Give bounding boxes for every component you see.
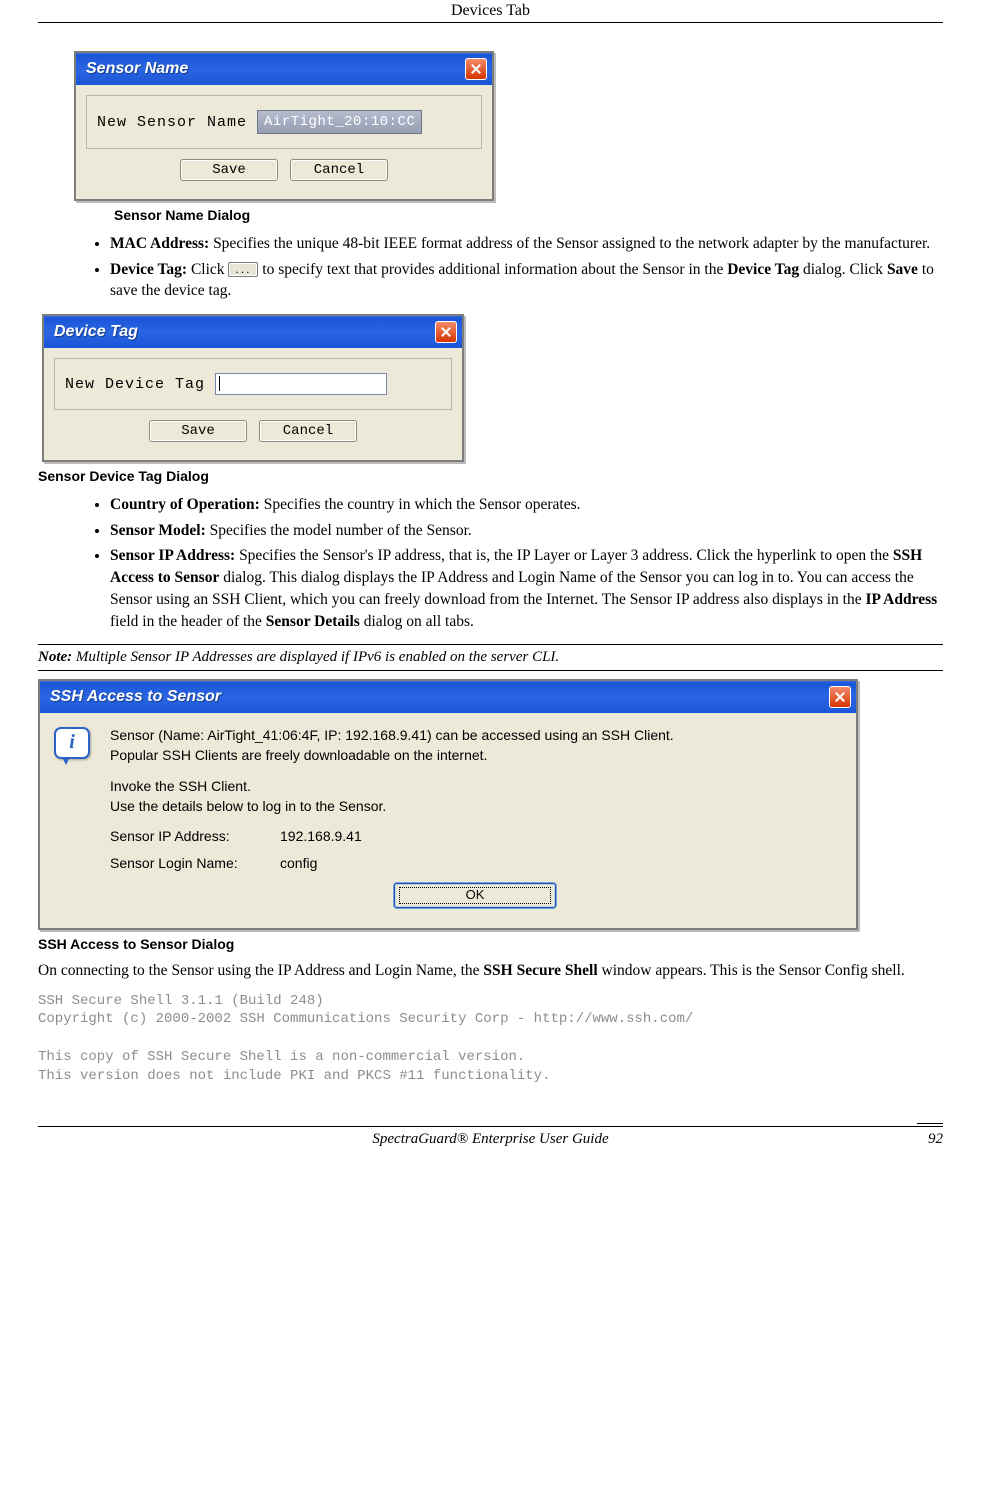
bullet-list-1: MAC Address: Specifies the unique 48-bit…	[38, 233, 943, 302]
sensor-name-panel: New Sensor Name AirTight_20:10:CC	[86, 95, 482, 149]
info-icon: i	[54, 727, 90, 763]
ssh-title: SSH Access to Sensor	[50, 688, 221, 706]
bullet-country: Country of Operation: Specifies the coun…	[110, 494, 943, 516]
ssh-caption: SSH Access to Sensor Dialog	[38, 936, 943, 952]
page-header-title: Devices Tab	[38, 0, 943, 22]
cancel-button[interactable]: Cancel	[259, 420, 357, 442]
bullet-list-2: Country of Operation: Specifies the coun…	[38, 494, 943, 632]
bullet-mac: MAC Address: Specifies the unique 48-bit…	[110, 233, 943, 255]
terminal-output: SSH Secure Shell 3.1.1 (Build 248) Copyr…	[38, 992, 943, 1086]
save-button[interactable]: Save	[180, 159, 278, 181]
ok-button[interactable]: OK	[394, 883, 556, 908]
footer: SpectraGuard® Enterprise User Guide 92	[38, 1126, 943, 1148]
device-tag-panel: New Device Tag	[54, 358, 452, 410]
ssh-titlebar: SSH Access to Sensor	[40, 681, 856, 713]
ellipsis-icon[interactable]: ...	[228, 262, 258, 277]
close-icon[interactable]	[465, 58, 487, 80]
note-label: Note:	[38, 649, 72, 665]
sensor-name-title: Sensor Name	[86, 60, 188, 78]
device-tag-caption: Sensor Device Tag Dialog	[38, 468, 943, 484]
device-tag-dialog: Device Tag New Device Tag Save Cancel	[42, 314, 464, 462]
ssh-line-1: Sensor (Name: AirTight_41:06:4F, IP: 192…	[110, 725, 840, 745]
sensor-name-titlebar: Sensor Name	[76, 53, 492, 85]
save-button[interactable]: Save	[149, 420, 247, 442]
sensor-name-input[interactable]: AirTight_20:10:CC	[257, 110, 422, 134]
ssh-login-label: Sensor Login Name:	[110, 853, 280, 873]
close-icon[interactable]	[435, 321, 457, 343]
device-tag-input[interactable]	[215, 373, 387, 395]
ssh-access-dialog: SSH Access to Sensor i Sensor (Name: Air…	[38, 679, 858, 930]
note-text: Multiple Sensor IP Addresses are display…	[72, 649, 559, 665]
bullet-sensor-ip: Sensor IP Address: Specifies the Sensor'…	[110, 545, 943, 632]
device-tag-label: New Device Tag	[65, 376, 205, 393]
mac-text: Specifies the unique 48-bit IEEE format …	[209, 235, 930, 252]
ssh-login-value: config	[280, 853, 317, 873]
ssh-line-3: Invoke the SSH Client.	[110, 776, 840, 796]
sensor-name-dialog: Sensor Name New Sensor Name AirTight_20:…	[74, 51, 494, 201]
mac-label: MAC Address:	[110, 235, 209, 252]
device-tag-title: Device Tag	[54, 323, 138, 341]
note-box: Note: Multiple Sensor IP Addresses are d…	[38, 644, 943, 671]
sensor-name-label: New Sensor Name	[97, 114, 247, 131]
device-tag-titlebar: Device Tag	[44, 316, 462, 348]
footer-title: SpectraGuard® Enterprise User Guide	[372, 1131, 608, 1148]
sensor-name-caption: Sensor Name Dialog	[114, 207, 943, 223]
ssh-line-2: Popular SSH Clients are freely downloada…	[110, 745, 840, 765]
ssh-line-4: Use the details below to log in to the S…	[110, 796, 840, 816]
dt-label: Device Tag:	[110, 261, 187, 278]
ssh-ip-label: Sensor IP Address:	[110, 826, 280, 846]
page-number: 92	[928, 1131, 943, 1148]
ssh-ip-value: 192.168.9.41	[280, 826, 362, 846]
close-icon[interactable]	[829, 686, 851, 708]
header-rule	[38, 22, 943, 23]
bullet-device-tag: Device Tag: Click ... to specify text th…	[110, 259, 943, 302]
cancel-button[interactable]: Cancel	[290, 159, 388, 181]
para-after-ssh: On connecting to the Sensor using the IP…	[38, 960, 943, 982]
bullet-model: Sensor Model: Specifies the model number…	[110, 520, 943, 542]
